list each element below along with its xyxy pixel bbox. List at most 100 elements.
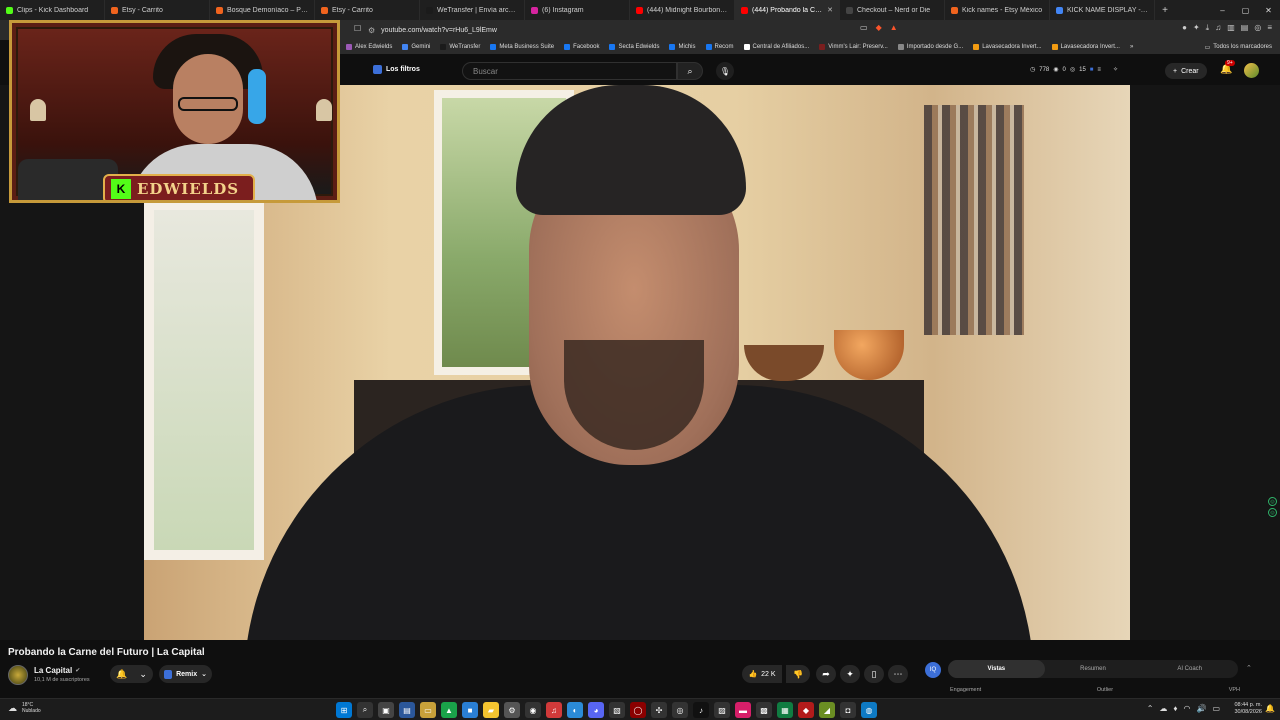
chevron-up-icon[interactable]: ⌃ <box>1246 664 1252 672</box>
menu-icon[interactable]: ≡ <box>1267 23 1272 33</box>
wifi-icon[interactable]: ◠ <box>1183 704 1190 713</box>
browser-tab[interactable]: Checkout – Nerd or Die <box>840 0 945 20</box>
list-icon[interactable]: ≡ <box>1097 67 1101 73</box>
volume-icon[interactable]: 🔊 <box>1196 704 1206 713</box>
ext-badge-icon[interactable]: ■ <box>1090 67 1094 73</box>
app-icon[interactable]: ✣ <box>651 702 667 718</box>
app-icon[interactable]: ▲ <box>441 702 457 718</box>
share-button[interactable]: ➦ <box>816 665 836 683</box>
remix-button[interactable]: Remix ⌄ <box>159 665 212 683</box>
bookmark-item[interactable]: Importado desde G... <box>897 44 963 50</box>
bookmark-item[interactable]: Recom <box>705 44 734 50</box>
app-icon[interactable]: ◯ <box>630 702 646 718</box>
panel-tab[interactable]: AI Coach <box>1141 660 1238 678</box>
browser-tab[interactable]: Clips - Kick Dashboard <box>0 0 105 20</box>
start-icon[interactable]: ⊞ <box>336 702 352 718</box>
sidebar-icon[interactable]: ▥ <box>1227 23 1235 33</box>
create-button[interactable]: + Crear <box>1165 63 1207 79</box>
bookmark-item[interactable]: Vimm's Lair: Preserv... <box>819 44 888 50</box>
close-tab-icon[interactable]: ✕ <box>827 6 833 14</box>
chevron-up-icon[interactable]: ⌃ <box>1147 704 1154 713</box>
cast-icon[interactable]: ▭ <box>860 23 868 32</box>
bookmark-page-icon[interactable]: ☐ <box>354 24 361 33</box>
site-info-icon[interactable]: ⚙ <box>368 26 375 35</box>
bookmark-item[interactable]: Meta Business Suite <box>490 44 554 50</box>
new-tab-button[interactable]: + <box>1155 0 1175 20</box>
browser-tab[interactable]: (444) Probando la Carn ✕ <box>735 0 840 20</box>
brave-shield-icon[interactable]: ◆ <box>876 23 882 32</box>
account-avatar[interactable] <box>1244 63 1259 78</box>
bookmark-item[interactable]: Central de Afiliados... <box>743 44 809 50</box>
bookmark-item[interactable]: Facebook <box>564 44 599 50</box>
bookmark-item[interactable]: Secta Edwields <box>609 44 659 50</box>
side-tool-icon[interactable]: ◎ <box>1268 508 1277 517</box>
close-window-button[interactable]: ✕ <box>1257 0 1280 20</box>
app-icon[interactable]: ◆ <box>798 702 814 718</box>
vpn-icon[interactable]: ◎ <box>1254 23 1261 33</box>
side-tool-icon[interactable]: ◎ <box>1268 497 1277 506</box>
app-icon[interactable]: ▧ <box>609 702 625 718</box>
minimize-button[interactable]: – <box>1211 0 1234 20</box>
browser-tab[interactable]: (444) Midnight Bourbon - 3 H <box>630 0 735 20</box>
magic-icon[interactable]: ✧ <box>1113 66 1118 73</box>
browser-tab[interactable]: Bosque Demoníaco – Paquete <box>210 0 315 20</box>
all-bookmarks[interactable]: ▭ Todos los marcadores <box>1205 44 1280 51</box>
file-explorer-icon[interactable]: ▭ <box>420 702 436 718</box>
app-icon[interactable]: ▬ <box>735 702 751 718</box>
brave-rewards-icon[interactable]: ▲ <box>890 23 898 32</box>
subscribed-button[interactable]: 🔔 ⌄ <box>110 665 153 683</box>
browser-tab[interactable]: Etsy - Carrito <box>315 0 420 20</box>
dislike-button[interactable]: 👎 <box>786 665 810 683</box>
battery-icon[interactable]: ▭ <box>1212 704 1220 713</box>
music-icon[interactable]: ♫ <box>1215 23 1221 33</box>
notification-center-icon[interactable]: 🔔 <box>1265 704 1275 713</box>
app-icon[interactable]: ▰ <box>483 702 499 718</box>
tiktok-icon[interactable]: ♪ <box>693 702 709 718</box>
bookmark-item[interactable]: Lavasecadora Invert... <box>973 44 1042 50</box>
app-tray-icon[interactable]: ♦ <box>1173 704 1177 713</box>
more-actions-button[interactable]: ⋯ <box>888 665 908 683</box>
channel-name-link[interactable]: La Capital ✔ <box>34 666 80 675</box>
extension-icon[interactable]: ● <box>1182 23 1187 33</box>
browser-tab[interactable]: KICK NAME DISPLAY - Buscar <box>1050 0 1155 20</box>
puzzle-icon[interactable]: ✦ <box>1193 23 1200 33</box>
channel-avatar[interactable] <box>8 665 28 685</box>
search-icon[interactable]: ⌕ <box>357 702 373 718</box>
ask-button[interactable]: ✦ <box>840 665 860 683</box>
app-icon[interactable]: ▩ <box>756 702 772 718</box>
app-icon[interactable]: ◘ <box>840 702 856 718</box>
bookmark-item[interactable]: WeTransfer <box>440 44 480 50</box>
wallet-icon[interactable]: ▤ <box>1241 23 1249 33</box>
browser-tab[interactable]: (6) Instagram <box>525 0 630 20</box>
voice-search-button[interactable]: 🎙 <box>716 62 734 80</box>
widgets-icon[interactable]: ▤ <box>399 702 415 718</box>
browser-tab[interactable]: Kick names - Etsy México <box>945 0 1050 20</box>
bookmark-item[interactable]: Gemini <box>402 44 430 50</box>
app-tray-icon[interactable]: ☁ <box>1159 704 1167 713</box>
save-button[interactable]: ▯ <box>864 665 884 683</box>
bookmark-item[interactable]: Lavasecadora Invert... <box>1051 44 1120 50</box>
discord-icon[interactable]: ◕ <box>588 702 604 718</box>
search-input[interactable]: Buscar <box>462 62 677 80</box>
task-view-icon[interactable]: ▣ <box>378 702 394 718</box>
app-icon[interactable]: ◉ <box>525 702 541 718</box>
app-icon[interactable]: ▦ <box>777 702 793 718</box>
app-icon[interactable]: ▨ <box>714 702 730 718</box>
maximize-button[interactable]: ▢ <box>1234 0 1257 20</box>
settings-icon[interactable]: ⚙ <box>504 702 520 718</box>
download-icon[interactable]: ⤓ <box>1206 23 1210 33</box>
system-clock[interactable]: 08:44 p. m. 30/08/2026 <box>1234 702 1262 716</box>
app-icon[interactable]: ◍ <box>861 702 877 718</box>
panel-tab[interactable]: Vistas <box>948 660 1045 678</box>
browser-tab[interactable]: Etsy - Carrito <box>105 0 210 20</box>
bookmark-item[interactable]: Alex Edwields <box>346 44 392 50</box>
weather-widget[interactable]: ☁ 18°C Nublado <box>8 702 41 714</box>
vidiq-logo-icon[interactable]: IQ <box>925 662 941 678</box>
like-button[interactable]: 👍 22 K <box>742 665 782 683</box>
filters-button[interactable]: Los filtros <box>373 65 420 74</box>
music-icon[interactable]: ♫ <box>546 702 562 718</box>
app-icon[interactable]: ◎ <box>672 702 688 718</box>
app-icon[interactable]: ◢ <box>819 702 835 718</box>
steam-icon[interactable]: ◐ <box>567 702 583 718</box>
app-icon[interactable]: ■ <box>462 702 478 718</box>
